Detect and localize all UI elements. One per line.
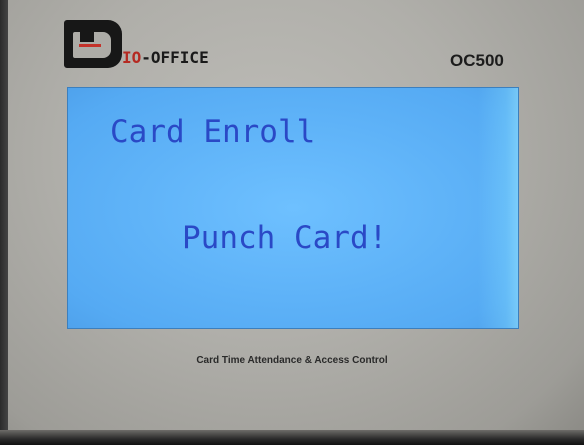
device-tagline: Card Time Attendance & Access Control	[196, 355, 388, 366]
model-label: OC500	[450, 51, 504, 70]
bio-office-logo: IO-OFFICE	[64, 20, 264, 72]
lcd-title: Card Enroll	[110, 114, 316, 150]
screen-glare	[478, 88, 518, 328]
photo-scene: IO-OFFICE OC500 Card Enroll Punch Card! …	[0, 0, 584, 445]
logo-wordmark: IO-OFFICE	[122, 48, 209, 67]
lcd-screen: Card Enroll Punch Card!	[68, 88, 518, 328]
lcd-message: Punch Card!	[182, 220, 388, 256]
logo-b-mark	[64, 20, 122, 68]
device-bottom-edge	[0, 430, 584, 445]
